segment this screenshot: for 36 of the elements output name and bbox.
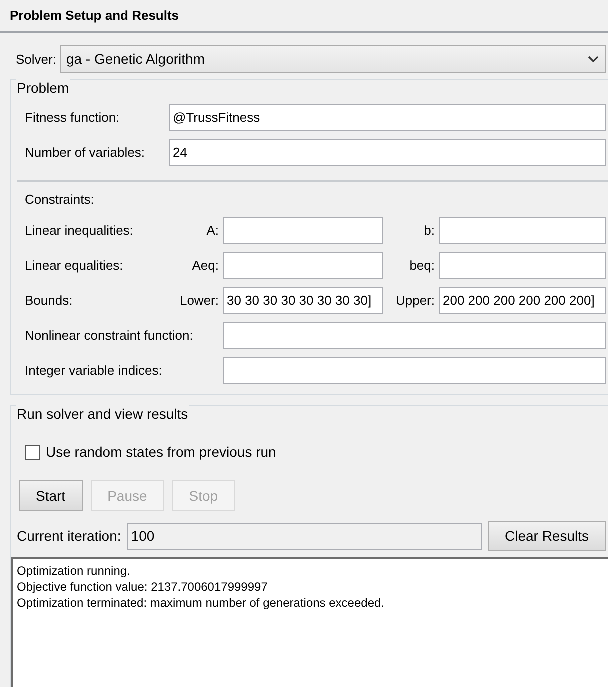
log-line: Objective function value: 2137.7006017999997	[17, 579, 269, 595]
text-field[interactable]: 24	[169, 139, 606, 166]
section-label: Constraints:	[25, 192, 94, 207]
text-field[interactable]	[223, 217, 383, 244]
chevron-down-icon	[588, 56, 599, 62]
iteration-field[interactable]: 100	[127, 522, 482, 550]
log-line: Optimization terminated: maximum number of generations exceeded.	[17, 595, 386, 611]
field-label: Aeq:	[191, 258, 219, 273]
field-label: beq:	[408, 258, 435, 273]
field-label: b:	[423, 223, 435, 238]
text-field[interactable]	[223, 357, 606, 384]
text-field[interactable]	[223, 322, 606, 349]
field-label: A:	[206, 223, 219, 238]
field-label: Linear inequalities:	[25, 223, 134, 238]
checkbox[interactable]	[25, 444, 40, 460]
text-field[interactable]: 30 30 30 30 30 30 30 30]	[223, 287, 383, 314]
iteration-label: Current iteration:	[17, 528, 122, 544]
field-label: Upper:	[394, 293, 435, 308]
action-button[interactable]: Start	[19, 480, 83, 511]
field-label: Nonlinear constraint function:	[25, 328, 194, 343]
log-line: Optimization running.	[17, 563, 132, 579]
field-label: Linear equalities:	[25, 258, 124, 273]
field-label: Bounds:	[25, 293, 74, 308]
solver-dropdown[interactable]: ga - Genetic Algorithm	[60, 45, 606, 73]
solver-label: Solver:	[16, 52, 56, 66]
field-label: Number of variables:	[25, 145, 146, 160]
text-field[interactable]: 200 200 200 200 200 200]	[439, 287, 606, 314]
text-field[interactable]	[439, 252, 606, 279]
text-field[interactable]	[223, 252, 383, 279]
checkbox-label: Use random states from previous run	[46, 444, 276, 460]
text-field[interactable]	[439, 217, 606, 244]
field-label: Lower:	[178, 293, 219, 308]
text-field[interactable]: @TrussFitness	[169, 104, 606, 131]
field-label: Integer variable indices:	[25, 363, 164, 378]
clear-results-button[interactable]: Clear Results	[488, 521, 606, 551]
field-label: Fitness function:	[25, 110, 121, 125]
